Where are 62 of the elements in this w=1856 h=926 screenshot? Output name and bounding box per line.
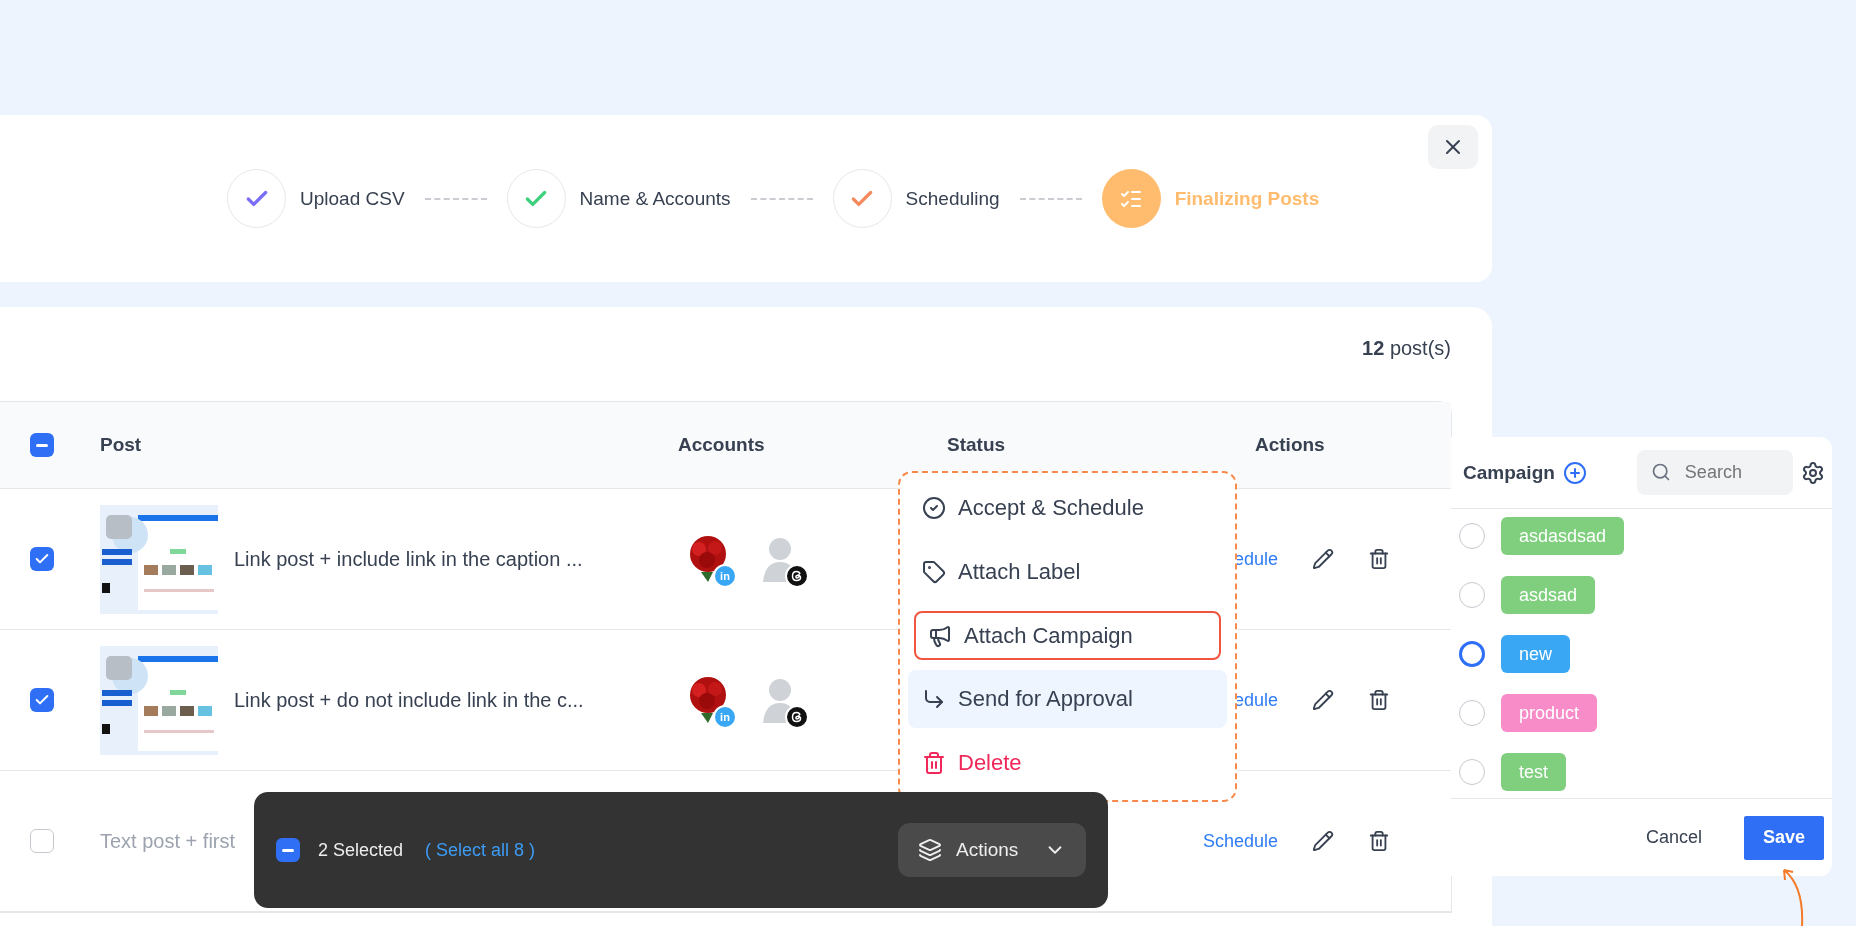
campaign-tag: product	[1501, 694, 1598, 732]
schedule-link[interactable]: Schedule	[1200, 830, 1278, 852]
step-label: Finalizing Posts	[1174, 187, 1320, 210]
radio-button[interactable]	[1459, 700, 1485, 726]
trash-icon	[922, 751, 946, 775]
add-icon[interactable]	[1562, 460, 1587, 485]
megaphone-icon	[928, 623, 952, 648]
column-header: Actions	[1255, 434, 1325, 456]
column-header: Post	[100, 434, 142, 456]
trash-icon[interactable]	[1368, 830, 1390, 852]
edit-icon[interactable]	[1312, 689, 1334, 711]
close-button[interactable]	[1428, 125, 1478, 169]
post-text: Link post + include link in the caption ...	[234, 547, 583, 571]
search-icon	[1650, 462, 1671, 482]
arrow-icon	[922, 687, 946, 711]
radio-button[interactable]	[1459, 582, 1485, 608]
menu-item[interactable]: Send for Approval	[908, 670, 1227, 728]
settings-icon[interactable]	[1800, 460, 1825, 485]
check-circle-icon	[922, 496, 946, 520]
campaign-tag: test	[1501, 753, 1566, 791]
checkbox[interactable]	[30, 688, 54, 712]
layers-icon	[918, 838, 942, 862]
actions-button[interactable]: Actions	[898, 823, 1086, 877]
step-label: Name & Accounts	[579, 187, 731, 210]
trash-icon[interactable]	[1368, 548, 1390, 570]
cancel-button[interactable]: Cancel	[1639, 826, 1708, 849]
menu-item[interactable]: Attach Label	[908, 543, 1227, 601]
tag-icon	[922, 560, 946, 584]
column-header: Accounts	[678, 434, 765, 456]
step-label: Scheduling	[905, 187, 1000, 210]
campaign-tag: new	[1501, 635, 1571, 673]
edit-icon[interactable]	[1312, 548, 1334, 570]
edit-icon[interactable]	[1312, 830, 1334, 852]
checkbox[interactable]	[30, 547, 54, 571]
threads-icon	[785, 705, 809, 729]
column-header: Status	[947, 434, 1006, 456]
minus-icon	[282, 848, 294, 852]
post-text: Text post + first	[100, 829, 236, 853]
menu-item[interactable]: Delete	[908, 734, 1227, 792]
minus-icon	[36, 443, 48, 447]
linkedin-badge: in	[713, 564, 737, 588]
campaign-tag: asdasdsad	[1501, 517, 1625, 555]
checkbox[interactable]	[276, 838, 300, 862]
save-button[interactable]: Save	[1744, 815, 1824, 860]
checkbox[interactable]	[30, 829, 54, 853]
checkbox[interactable]	[30, 433, 54, 457]
trash-icon[interactable]	[1368, 689, 1390, 711]
linkedin-badge: in	[713, 705, 737, 729]
campaign-tag: asdsad	[1501, 576, 1596, 614]
radio-button[interactable]	[1459, 759, 1485, 785]
step-label: Upload CSV	[300, 187, 405, 210]
post-text: Link post + do not include link in the c...	[234, 688, 584, 712]
radio-button[interactable]	[1459, 641, 1485, 667]
panel-title: Campaign	[1463, 461, 1555, 484]
menu-item[interactable]: Accept & Schedule	[908, 479, 1227, 537]
threads-icon	[785, 564, 809, 588]
post-count: 12 post(s)	[1362, 337, 1451, 359]
selected-count: 2 Selected	[318, 839, 404, 861]
radio-button[interactable]	[1459, 523, 1485, 549]
search-field[interactable]: Search	[1636, 450, 1793, 495]
select-all-link[interactable]: ( Select all 8 )	[425, 839, 536, 861]
menu-item[interactable]: Attach Campaign	[914, 611, 1221, 660]
